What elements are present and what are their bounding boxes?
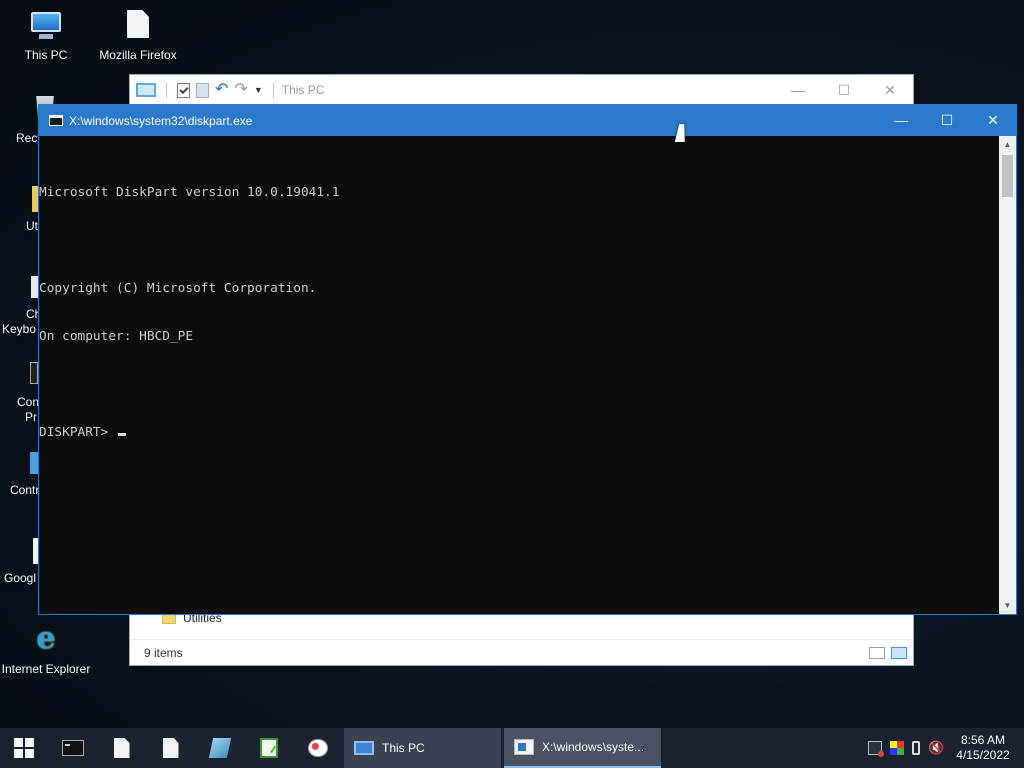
- window-title: This PC: [281, 83, 325, 97]
- desktop-icon-label: This PC: [24, 48, 68, 62]
- control-panel-icon: [30, 452, 38, 474]
- document-icon: [162, 738, 179, 758]
- properties-icon[interactable]: [177, 82, 190, 98]
- item-count: 9 items: [144, 645, 183, 660]
- keyboard-icon: [31, 276, 38, 298]
- chevron-down-icon[interactable]: ▼: [254, 85, 263, 95]
- taskbar-pin-notepad[interactable]: [244, 728, 293, 768]
- desktop-icon-label: Keybo: [2, 322, 37, 336]
- console-prompt: DISKPART>: [39, 425, 117, 440]
- clock[interactable]: 8:56 AM 4/15/2022: [950, 733, 1016, 763]
- maximize-button[interactable]: ☐: [924, 105, 970, 136]
- desktop-icon-label: Internet Explorer: [1, 662, 91, 676]
- start-button[interactable]: [0, 728, 48, 768]
- console-line: On computer: HBCD_PE: [39, 329, 194, 344]
- diskpart-console-window[interactable]: X:\windows\system32\diskpart.exe — ☐ ✕ M…: [38, 104, 1017, 615]
- usb-icon[interactable]: [912, 741, 920, 755]
- clock-date: 4/15/2022: [956, 748, 1010, 762]
- this-pc-icon: [136, 83, 156, 97]
- taskbar-task-label: X:\windows\syste...: [542, 740, 645, 754]
- paint-icon: [307, 739, 328, 757]
- new-folder-icon[interactable]: [196, 82, 209, 98]
- this-pc-icon: [354, 741, 374, 755]
- command-prompt-icon: [30, 362, 38, 384]
- window-title: X:\windows\system32\diskpart.exe: [69, 113, 253, 128]
- document-icon: [122, 8, 154, 42]
- explorer-titlebar[interactable]: ↶ ↷ ▼ This PC — ☐ ✕: [130, 75, 913, 105]
- desktop-icon-label: Contr: [10, 483, 40, 497]
- system-tray: 🔇 8:56 AM 4/15/2022: [868, 733, 1024, 763]
- taskbar: This PC X:\windows\syste... 🔇 8:56 AM 4/…: [0, 728, 1024, 768]
- status-bar: 9 items: [130, 639, 913, 665]
- clock-time: 8:56 AM: [960, 733, 1006, 747]
- desktop-icon-label: Con: [17, 395, 40, 409]
- command-prompt-icon: [61, 740, 84, 756]
- taskbar-task-this-pc[interactable]: This PC: [344, 728, 501, 768]
- taskbar-pin-pencil[interactable]: [195, 728, 244, 768]
- internet-explorer-icon: e: [36, 621, 56, 656]
- redo-icon[interactable]: ↷: [234, 82, 247, 98]
- volume-muted-icon[interactable]: 🔇: [928, 741, 944, 755]
- desktop-icon-this-pc[interactable]: This PC: [0, 8, 92, 62]
- desktop-icon-mozilla-firefox[interactable]: Mozilla Firefox: [92, 8, 184, 62]
- display-settings-icon[interactable]: [890, 741, 904, 755]
- console-app-icon: [49, 115, 63, 126]
- vertical-scrollbar[interactable]: ▲ ▼: [999, 136, 1016, 614]
- console-prompt-line[interactable]: DISKPART>: [39, 425, 999, 441]
- document-icon: [113, 738, 130, 758]
- maximize-button[interactable]: ☐: [821, 82, 867, 99]
- taskbar-pin-document-2[interactable]: [146, 728, 195, 768]
- large-icons-view-icon[interactable]: [891, 647, 907, 659]
- scrollbar-thumb[interactable]: [1002, 155, 1013, 197]
- taskbar-task-label: This PC: [382, 741, 425, 755]
- windows-logo-icon: [14, 738, 34, 758]
- scroll-down-arrow-icon[interactable]: ▼: [999, 597, 1016, 614]
- console-line: Copyright (C) Microsoft Corporation.: [39, 281, 317, 296]
- desktop-icon-label: Mozilla Firefox: [99, 48, 177, 62]
- close-button[interactable]: ✕: [867, 82, 913, 99]
- quick-access-toolbar: ↶ ↷ ▼: [136, 82, 278, 98]
- console-output[interactable]: Microsoft DiskPart version 10.0.19041.1 …: [39, 136, 999, 614]
- taskbar-task-diskpart[interactable]: X:\windows\syste...: [504, 728, 661, 768]
- desktop-icon-label: Pr: [25, 410, 37, 424]
- text-cursor: [118, 433, 127, 436]
- taskbar-pin-command-prompt[interactable]: [48, 728, 97, 768]
- taskbar-pin-paint[interactable]: [293, 728, 342, 768]
- close-button[interactable]: ✕: [970, 105, 1016, 136]
- scroll-up-arrow-icon[interactable]: ▲: [999, 136, 1016, 153]
- pencil-icon: [208, 738, 231, 758]
- desktop-icon-label: Ut: [26, 219, 38, 233]
- desktop-icon-internet-explorer[interactable]: e Internet Explorer: [0, 621, 92, 677]
- notepad-icon: [259, 738, 278, 758]
- console-line: Microsoft DiskPart version 10.0.19041.1: [39, 185, 340, 200]
- console-titlebar[interactable]: X:\windows\system32\diskpart.exe — ☐ ✕: [39, 105, 1016, 136]
- this-pc-icon: [30, 8, 62, 42]
- console-app-icon: [514, 739, 534, 755]
- undo-icon[interactable]: ↶: [215, 82, 228, 98]
- minimize-button[interactable]: —: [775, 82, 821, 99]
- desktop-icon-label: Googl: [4, 571, 37, 585]
- minimize-button[interactable]: —: [878, 105, 924, 136]
- details-view-icon[interactable]: [869, 647, 885, 659]
- network-icon[interactable]: [868, 741, 884, 757]
- taskbar-pin-document[interactable]: [97, 728, 146, 768]
